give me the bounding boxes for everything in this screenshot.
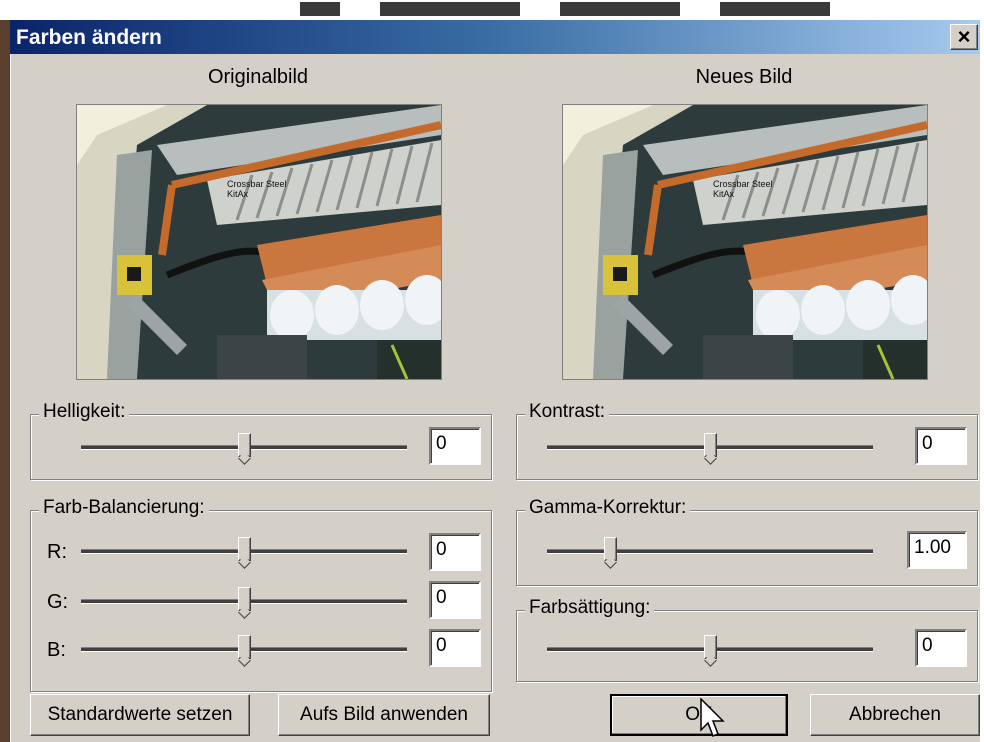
brightness-group: Helligkeit: 0 [30, 401, 492, 480]
original-image-label: Originalbild [207, 66, 309, 88]
background-window-edge [0, 20, 10, 742]
background-text-fragment [720, 2, 830, 16]
green-slider[interactable] [81, 587, 407, 617]
mouse-pointer-icon [700, 698, 725, 737]
slider-track [547, 549, 873, 554]
red-input[interactable]: 0 [429, 533, 481, 571]
slider-thumb[interactable] [238, 635, 251, 659]
red-slider[interactable] [81, 537, 407, 567]
background-text-fragment [300, 2, 340, 16]
new-image-preview: Crossbar Steel KitAx [562, 104, 928, 380]
contrast-group: Kontrast: 0 [516, 401, 978, 480]
background-text-fragment [380, 2, 520, 16]
blue-input[interactable]: 0 [429, 629, 481, 667]
gamma-group: Gamma-Korrektur: 1.00 [516, 497, 978, 586]
brightness-slider[interactable] [81, 433, 407, 463]
photo-label-line1: Crossbar Steel [227, 179, 287, 189]
slider-thumb[interactable] [704, 635, 717, 659]
title-bar[interactable]: Farben ändern × [10, 20, 980, 54]
close-button[interactable]: × [950, 24, 978, 50]
slider-thumb[interactable] [704, 433, 717, 457]
original-image-preview: Crossbar Steel KitAx [76, 104, 442, 380]
apply-to-image-button[interactable]: Aufs Bild anwenden [278, 694, 490, 736]
gamma-input[interactable]: 1.00 [907, 531, 967, 569]
saturation-group: Farbsättigung: 0 [516, 597, 978, 682]
slider-thumb[interactable] [238, 587, 251, 611]
color-balance-group: Farb-Balancierung: R: 0 G: 0 B: 0 [30, 497, 492, 692]
photo-label-line2: KitAx [227, 189, 249, 199]
green-channel-label: G: [47, 591, 69, 613]
reset-defaults-button[interactable]: Standardwerte setzen [30, 694, 250, 736]
saturation-input[interactable]: 0 [915, 629, 967, 667]
blue-channel-label: B: [47, 639, 66, 661]
green-input[interactable]: 0 [429, 581, 481, 619]
photo-label-line1: Crossbar Steel [713, 179, 773, 189]
color-adjust-dialog: Farben ändern × Originalbild Neues Bild [10, 20, 980, 742]
contrast-label: Kontrast: [525, 401, 610, 423]
saturation-slider[interactable] [547, 635, 873, 665]
ok-button[interactable]: OK [610, 694, 788, 736]
blue-slider[interactable] [81, 635, 407, 665]
contrast-input[interactable]: 0 [915, 427, 967, 465]
brightness-label: Helligkeit: [39, 401, 130, 423]
background-window-strip [0, 0, 984, 20]
slider-thumb[interactable] [238, 537, 251, 561]
brightness-input[interactable]: 0 [429, 427, 481, 465]
color-balance-label: Farb-Balancierung: [39, 497, 209, 519]
close-icon: × [957, 24, 971, 49]
gamma-slider[interactable] [547, 537, 873, 567]
background-text-fragment [560, 2, 680, 16]
cabinet-photo: Crossbar Steel KitAx [563, 105, 927, 379]
gamma-label: Gamma-Korrektur: [525, 497, 691, 519]
cabinet-photo: Crossbar Steel KitAx [77, 105, 441, 379]
photo-label-line2: KitAx [713, 189, 735, 199]
window-title: Farben ändern [16, 26, 162, 49]
slider-thumb[interactable] [604, 537, 617, 561]
cancel-button[interactable]: Abbrechen [810, 694, 980, 736]
slider-thumb[interactable] [238, 433, 251, 457]
new-image-label: Neues Bild [695, 66, 793, 88]
contrast-slider[interactable] [547, 433, 873, 463]
red-channel-label: R: [47, 541, 67, 563]
saturation-label: Farbsättigung: [525, 597, 655, 619]
